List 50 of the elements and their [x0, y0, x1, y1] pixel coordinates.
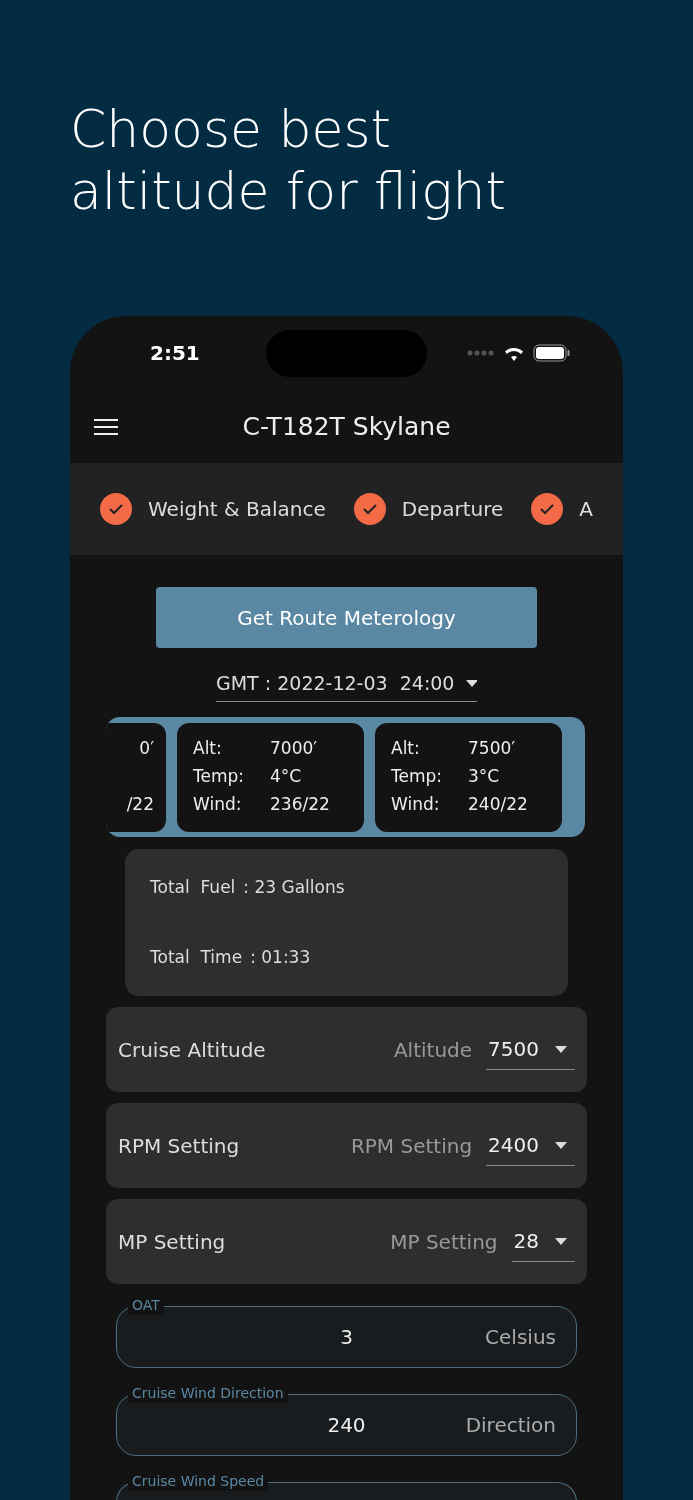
- total-value: : 23 Gallons: [243, 876, 345, 899]
- step-tab[interactable]: A: [579, 494, 593, 524]
- card-label: Temp:: [193, 765, 246, 789]
- step-tab[interactable]: Departure: [401, 494, 504, 524]
- setting-select[interactable]: 7500: [486, 1029, 575, 1070]
- field-unit: Direction: [465, 1412, 556, 1439]
- total-label: Total Fuel: [150, 876, 236, 899]
- field-value: 3: [340, 1324, 353, 1351]
- field-unit: Celsius: [485, 1324, 556, 1351]
- signal-icon: [467, 350, 495, 356]
- setting-label: MP Setting: [118, 1228, 226, 1256]
- wifi-icon: [503, 345, 525, 361]
- setting-hint: MP Setting: [390, 1228, 498, 1256]
- card-value: 0′: [139, 737, 154, 761]
- card-value: 4°C: [270, 765, 302, 789]
- card-label: Alt:: [193, 737, 223, 761]
- caret-icon: [555, 1141, 567, 1149]
- altitude-card[interactable]: 0′ /22: [106, 722, 166, 832]
- card-label: Alt:: [391, 737, 421, 761]
- card-label: Temp:: [391, 765, 444, 789]
- card-label: Wind:: [391, 793, 441, 817]
- field-value: 240: [327, 1412, 366, 1439]
- card-value: 236/22: [270, 793, 330, 817]
- headline: Choose best altitude for flight: [70, 98, 507, 222]
- setting-label: RPM Setting: [118, 1132, 240, 1160]
- card-label: Wind:: [193, 793, 243, 817]
- route-meteorology-button[interactable]: Get Route Meterology: [156, 587, 537, 648]
- altitude-card[interactable]: Alt: 7000′ Temp: 4°C Wind: 236/22: [177, 722, 364, 832]
- caret-icon: [466, 680, 477, 687]
- card-value: 240/22: [468, 793, 528, 817]
- app-title: C-T182T Skylane: [242, 410, 451, 443]
- altitude-card[interactable]: Alt: 7500′ Temp: 3°C Wind: 240/22: [375, 722, 562, 832]
- step-tab[interactable]: Weight & Balance: [148, 494, 326, 524]
- setting-hint: RPM Setting: [350, 1132, 473, 1160]
- menu-icon[interactable]: [94, 417, 118, 436]
- card-value: 7000′: [270, 737, 318, 761]
- setting-select[interactable]: 2400: [486, 1125, 575, 1166]
- card-value: 7500′: [468, 737, 516, 761]
- total-label: Total Time: [150, 945, 243, 969]
- setting-hint: Altitude: [393, 1036, 473, 1064]
- status-time: 2:51: [150, 340, 200, 367]
- gmt-select[interactable]: GMT : 2022-12-03 24:00: [216, 666, 477, 702]
- setting-select[interactable]: 28: [511, 1221, 575, 1262]
- card-value: 3°C: [468, 765, 500, 789]
- caret-icon: [555, 1237, 567, 1245]
- caret-icon: [555, 1045, 567, 1053]
- setting-label: Cruise Altitude: [118, 1036, 266, 1064]
- card-value: /22: [126, 793, 154, 817]
- battery-icon: [533, 344, 571, 362]
- total-value: : 01:33: [250, 945, 311, 969]
